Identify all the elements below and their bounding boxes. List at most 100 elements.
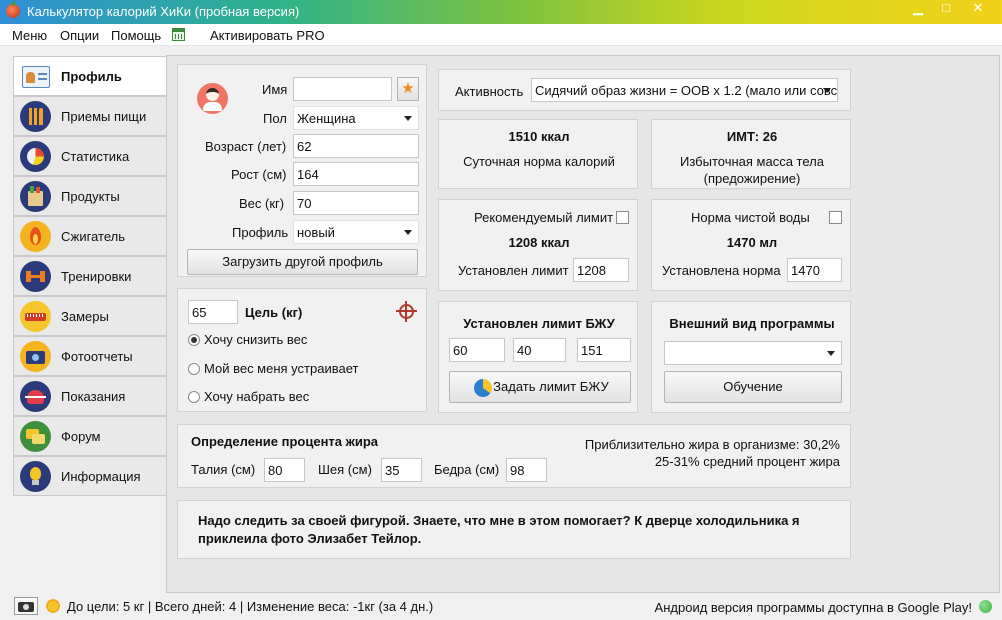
goal-option-lose[interactable]: Хочу снизить вес — [204, 332, 307, 347]
name-field[interactable] — [293, 77, 392, 101]
body-fat-title: Определение процента жира — [191, 434, 379, 449]
profile-panel: Имя ★ Пол Женщина Возраст (лет) 62 Рост … — [177, 64, 427, 277]
minimize-button[interactable]: ▁ — [904, 0, 932, 18]
status-android-text[interactable]: Андроид версия программы доступна в Goog… — [655, 600, 972, 615]
body-fat-result: Приблизительно жира в организме: 30,2% — [584, 437, 840, 452]
sidebar-item-workouts[interactable]: Тренировки — [13, 256, 167, 296]
sidebar-item-products[interactable]: Продукты — [13, 176, 167, 216]
sidebar-item-information[interactable]: Информация — [13, 456, 167, 496]
bmi-caption-line1: Избыточная масса тела — [680, 154, 824, 169]
goal-option-gain[interactable]: Хочу набрать вес — [204, 389, 309, 404]
crosshair-icon — [396, 301, 417, 322]
status-progress-text: До цели: 5 кг | Всего дней: 4 | Изменени… — [67, 599, 434, 614]
sidebar-item-label: Показания — [61, 389, 126, 404]
bju-carbs-field[interactable]: 151 — [577, 338, 631, 362]
weight-field[interactable]: 70 — [293, 191, 419, 215]
age-label: Возраст (лет) — [205, 139, 287, 154]
age-field[interactable]: 62 — [293, 134, 419, 158]
sidebar-item-label: Статистика — [61, 149, 130, 164]
goal-radio-lose[interactable] — [188, 334, 200, 346]
sidebar-item-photo-reports[interactable]: Фотоотчеты — [13, 336, 167, 376]
limit-value: 1208 ккал — [508, 235, 570, 250]
sidebar-item-forum[interactable]: Форум — [13, 416, 167, 456]
profile-select[interactable]: новый — [293, 220, 419, 244]
quote-line-1: Надо следить за своей фигурой. Знаете, ч… — [198, 513, 800, 528]
menu-options[interactable]: Опции — [60, 28, 99, 43]
chat-bubbles-icon — [20, 421, 51, 452]
waist-field[interactable]: 80 — [264, 458, 305, 482]
water-norm-checkbox[interactable] — [829, 211, 842, 224]
quote-panel: Надо следить за своей фигурой. Знаете, ч… — [177, 500, 851, 559]
sidebar-item-measurements[interactable]: Замеры — [13, 296, 167, 336]
body-fat-range: 25-31% средний процент жира — [654, 454, 840, 469]
sidebar-item-label: Тренировки — [61, 269, 132, 284]
activity-select[interactable]: Сидячий образ жизни = ООВ x 1.2 (мало ил… — [531, 78, 838, 102]
bmi-value: ИМТ: 26 — [726, 129, 778, 144]
app-apple-icon — [6, 1, 20, 18]
close-button[interactable]: ✕ — [960, 0, 996, 18]
hips-field[interactable]: 98 — [506, 458, 547, 482]
gender-select[interactable]: Женщина — [293, 106, 419, 130]
appearance-panel: Внешний вид программы Обучение — [651, 301, 851, 413]
profile-card-icon — [22, 66, 50, 88]
favorite-star-button[interactable]: ★ — [397, 77, 419, 101]
sidebar-item-label: Информация — [61, 469, 141, 484]
set-water-field[interactable]: 1470 — [787, 258, 842, 282]
sidebar-item-meals[interactable]: Приемы пищи — [13, 96, 167, 136]
bju-protein-field[interactable]: 60 — [449, 338, 505, 362]
weight-label: Вес (кг) — [239, 196, 285, 211]
sidebar-item-label: Форум — [61, 429, 101, 444]
sun-icon — [45, 598, 61, 614]
tutorial-button[interactable]: Обучение — [664, 371, 842, 403]
goal-option-keep[interactable]: Мой вес меня устраивает — [204, 361, 358, 376]
calendar-icon[interactable] — [172, 28, 185, 41]
goal-label: Цель (кг) — [245, 305, 303, 320]
menu-bar: Меню Опции Помощь Активировать PRO — [0, 24, 1002, 46]
goal-weight-field[interactable]: 65 — [188, 300, 238, 324]
calories-caption: Суточная норма калорий — [463, 154, 615, 169]
menu-help[interactable]: Помощь — [111, 28, 161, 43]
sidebar-item-label: Сжигатель — [61, 229, 125, 244]
gender-label: Пол — [263, 111, 287, 126]
menu-activate-pro[interactable]: Активировать PRO — [210, 28, 325, 43]
neck-label: Шея (см) — [318, 462, 372, 477]
sidebar-item-burner[interactable]: Сжигатель — [13, 216, 167, 256]
sidebar-item-readings[interactable]: Показания — [13, 376, 167, 416]
set-limit-field[interactable]: 1208 — [573, 258, 629, 282]
sidebar-item-label: Фотоотчеты — [61, 349, 133, 364]
set-bju-limit-label: Задать лимит БЖУ — [493, 379, 609, 394]
maximize-button[interactable]: □ — [932, 0, 960, 18]
lightbulb-icon — [20, 461, 51, 492]
camera-icon[interactable] — [14, 597, 38, 615]
grocery-bag-icon — [20, 181, 51, 212]
goal-radio-gain[interactable] — [188, 391, 200, 403]
neck-field[interactable]: 35 — [381, 458, 422, 482]
load-profile-button[interactable]: Загрузить другой профиль — [187, 249, 418, 275]
title-bar: Калькулятор калорий ХиКи (пробная версия… — [0, 0, 1002, 24]
bju-title: Установлен лимит БЖУ — [463, 316, 615, 331]
status-bar: До цели: 5 кг | Всего дней: 4 | Изменени… — [0, 594, 1002, 620]
water-value: 1470 мл — [726, 235, 778, 250]
water-norm-label: Норма чистой воды — [691, 210, 810, 225]
appearance-select[interactable] — [664, 341, 842, 365]
sidebar-item-statistics[interactable]: Статистика — [13, 136, 167, 176]
set-bju-limit-button[interactable]: Задать лимит БЖУ — [449, 371, 631, 403]
bju-fat-field[interactable]: 40 — [513, 338, 566, 362]
goal-radio-keep[interactable] — [188, 363, 200, 375]
sidebar-item-profile[interactable]: Профиль — [13, 56, 168, 96]
hips-label: Бедра (см) — [434, 462, 500, 477]
height-label: Рост (см) — [231, 167, 287, 182]
appearance-title: Внешний вид программы — [669, 316, 835, 331]
recommended-limit-label: Рекомендуемый лимит — [474, 210, 614, 225]
recommended-limit-checkbox[interactable] — [616, 211, 629, 224]
bju-pie-icon — [474, 379, 492, 397]
calories-value: 1510 ккал — [508, 129, 570, 144]
height-field[interactable]: 164 — [293, 162, 419, 186]
heart-pulse-icon — [20, 381, 51, 412]
sidebar-item-label: Приемы пищи — [61, 109, 147, 124]
main-content: Имя ★ Пол Женщина Возраст (лет) 62 Рост … — [166, 55, 1000, 593]
waist-label: Талия (см) — [191, 462, 256, 477]
menu-main[interactable]: Меню — [12, 28, 47, 43]
female-avatar-icon — [197, 83, 228, 114]
activity-label: Активность — [455, 84, 524, 99]
